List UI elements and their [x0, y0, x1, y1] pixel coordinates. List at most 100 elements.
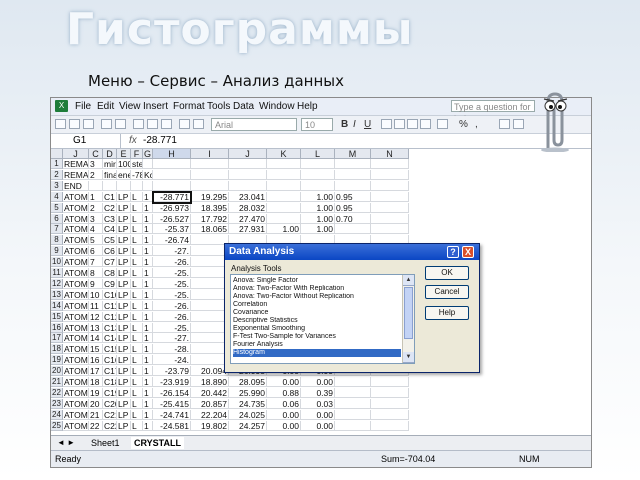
cell[interactable]: LP [117, 257, 131, 268]
copy-icon[interactable] [147, 119, 158, 129]
help-button[interactable]: Help [425, 306, 469, 320]
sum-icon[interactable] [193, 119, 204, 129]
cell[interactable]: C18 [103, 377, 117, 387]
cell[interactable]: L [131, 344, 143, 355]
cell[interactable]: 1 [143, 420, 153, 431]
cell[interactable]: L [131, 289, 143, 300]
row-header[interactable]: 6 [51, 213, 63, 224]
list-item[interactable]: Correlation [233, 301, 401, 309]
save-icon[interactable] [83, 119, 94, 129]
cell[interactable]: 1 [89, 191, 103, 202]
currency-icon[interactable] [437, 119, 448, 129]
cell[interactable]: 0.95 [335, 191, 371, 202]
row-header[interactable]: 14 [51, 300, 63, 311]
cell[interactable]: 15 [89, 344, 103, 355]
list-item[interactable]: Anova: Two-Factor Without Replication [233, 293, 401, 301]
row-header[interactable]: 20 [51, 366, 63, 377]
cell[interactable]: 0.00 [267, 420, 301, 431]
list-item[interactable]: Anova: Single Factor [233, 277, 401, 285]
cell[interactable]: -28. [153, 344, 191, 355]
cell[interactable]: 5 [89, 235, 103, 246]
tab-crystall[interactable]: CRYSTALL [131, 437, 184, 449]
row-header[interactable]: 12 [51, 278, 63, 289]
menu-window[interactable]: Window [259, 101, 295, 112]
cell[interactable]: C19 [103, 387, 117, 398]
cell[interactable]: 1 [143, 191, 153, 202]
cell[interactable] [335, 387, 371, 398]
cell[interactable]: 24.257 [229, 420, 267, 431]
cell[interactable]: ATOM [63, 387, 89, 398]
menu-tools[interactable]: Tools [207, 101, 230, 112]
cell[interactable]: 18.065 [191, 224, 229, 235]
analysis-tools-list[interactable]: Anova: Single Factor Anova: Two-Factor W… [230, 274, 415, 364]
row-header[interactable]: 25 [51, 420, 63, 431]
column-header[interactable]: G [143, 149, 153, 159]
row-header[interactable]: 3 [51, 180, 63, 191]
cell[interactable]: ATOM [63, 268, 89, 278]
cell[interactable] [267, 180, 301, 191]
cell[interactable]: 18 [89, 377, 103, 387]
cell[interactable]: C7 [103, 257, 117, 268]
tab-nav-icon[interactable]: ◄ ► [57, 437, 75, 449]
office-assistant-paperclip-icon[interactable] [534, 90, 574, 152]
cell[interactable]: 17.792 [191, 213, 229, 224]
paste-icon[interactable] [161, 119, 172, 129]
open-icon[interactable] [69, 119, 80, 129]
cell[interactable]: LP [117, 246, 131, 257]
cell[interactable] [371, 169, 409, 180]
cell[interactable]: 17 [89, 366, 103, 377]
cell[interactable]: 1 [143, 278, 153, 289]
cell[interactable]: 1 [143, 202, 153, 213]
cell[interactable]: 6 [89, 246, 103, 257]
cell[interactable]: L [131, 409, 143, 420]
cell[interactable]: 1 [143, 409, 153, 420]
cell[interactable]: 21 [89, 409, 103, 420]
font-size-select[interactable]: 10 [301, 118, 333, 131]
cell[interactable] [335, 420, 371, 431]
cell[interactable]: 19 [89, 387, 103, 398]
cell[interactable]: C13 [103, 322, 117, 333]
cell[interactable]: 1 [143, 322, 153, 333]
row-header[interactable]: 11 [51, 268, 63, 278]
cell[interactable]: ATOM [63, 366, 89, 377]
cell[interactable]: 1 [143, 377, 153, 387]
cell[interactable]: 1.00 [301, 202, 335, 213]
close-icon[interactable]: X [462, 246, 474, 258]
formula-input[interactable]: -28.771 [143, 134, 177, 148]
cell[interactable]: -26. [153, 311, 191, 322]
cell[interactable]: steps [131, 159, 143, 169]
cell[interactable]: 1 [143, 344, 153, 355]
cell[interactable]: 27.931 [229, 224, 267, 235]
cell[interactable]: 9 [89, 278, 103, 289]
cell[interactable]: mirror [103, 159, 117, 169]
cell[interactable] [191, 180, 229, 191]
cell[interactable]: C10 [103, 289, 117, 300]
cell[interactable] [371, 398, 409, 409]
cell[interactable]: ATOM [63, 257, 89, 268]
cell[interactable] [335, 398, 371, 409]
cell[interactable]: LP [117, 202, 131, 213]
row-header[interactable]: 7 [51, 224, 63, 235]
new-icon[interactable] [55, 119, 66, 129]
cell[interactable]: C9 [103, 278, 117, 289]
align-center-icon[interactable] [394, 119, 405, 129]
cell[interactable]: energy [117, 169, 131, 180]
cell[interactable]: -27. [153, 246, 191, 257]
cell[interactable]: LP [117, 344, 131, 355]
list-item[interactable]: Covariance [233, 309, 401, 317]
cell[interactable]: C17 [103, 366, 117, 377]
row-header[interactable]: 2 [51, 169, 63, 180]
cell[interactable]: 16 [89, 355, 103, 366]
cell[interactable]: ATOM [63, 409, 89, 420]
menu-edit[interactable]: Edit [97, 101, 114, 112]
name-box[interactable]: G1 [51, 134, 121, 148]
cell[interactable] [267, 159, 301, 169]
cell[interactable]: ATOM [63, 355, 89, 366]
cell[interactable]: ATOM [63, 333, 89, 344]
cell[interactable] [131, 180, 143, 191]
cell[interactable]: LP [117, 300, 131, 311]
list-item[interactable]: Fourier Analysis [233, 341, 401, 349]
cell[interactable]: C11 [103, 300, 117, 311]
cell[interactable] [267, 202, 301, 213]
menu-view[interactable]: View [119, 101, 141, 112]
